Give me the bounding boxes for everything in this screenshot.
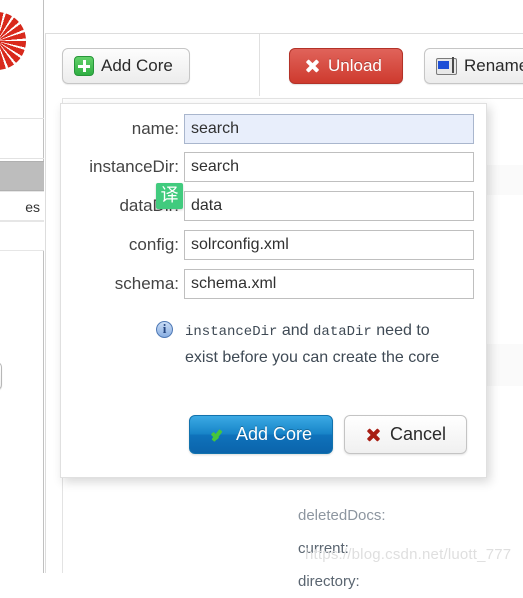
sidebar-nav: es: [0, 161, 44, 251]
config-field-label: config:: [128, 235, 179, 254]
dialog-cancel-button[interactable]: Cancel: [344, 415, 468, 454]
unload-button-label: Unload: [328, 56, 382, 75]
core-toolbar: Add Core Unload Rename: [46, 34, 523, 96]
instancedir-field[interactable]: [184, 152, 474, 182]
note-text-mid: and: [277, 322, 314, 339]
watermark: https://blog.csdn.net/luott_777: [305, 546, 512, 563]
rename-icon: [436, 56, 457, 75]
sidebar-divider: [0, 118, 44, 119]
config-field[interactable]: [184, 230, 474, 260]
instancedir-field-label: instanceDir:: [89, 157, 179, 176]
solr-admin-page: es Add Core Unload Rename deletedDocs: c…: [0, 0, 523, 590]
field-row-datadir: dataDir:: [61, 191, 488, 221]
background-stripe: [483, 344, 523, 386]
check-icon: [210, 426, 228, 444]
dialog-cancel-label: Cancel: [390, 424, 447, 444]
background-stripe: [483, 165, 523, 195]
sidebar-item-label: es: [25, 199, 40, 215]
plus-icon: [74, 56, 94, 76]
toolbar-divider: [259, 34, 260, 96]
field-row-schema: schema:: [61, 269, 488, 299]
x-icon: [304, 58, 321, 75]
schema-field[interactable]: [184, 269, 474, 299]
sidebar-item-2[interactable]: [0, 221, 44, 251]
stat-label-directory: directory:: [298, 573, 360, 590]
dialog-add-core-button[interactable]: Add Core: [189, 415, 334, 454]
sidebar-item-0[interactable]: [0, 161, 44, 191]
field-row-instancedir: instanceDir:: [61, 152, 488, 182]
add-core-button[interactable]: Add Core: [62, 48, 190, 84]
schema-field-label: schema:: [114, 274, 179, 293]
translate-extension-icon[interactable]: 译: [156, 183, 183, 209]
sidebar: es: [0, 0, 44, 573]
field-row-name: name:: [61, 114, 488, 144]
rename-button-label: Rename: [464, 56, 523, 75]
dialog-add-core-label: Add Core: [236, 424, 313, 444]
sidebar-divider: [0, 158, 44, 159]
info-icon: [156, 321, 173, 338]
name-field-label: name:: [131, 119, 179, 138]
dialog-info-note-text: instanceDir and dataDir need to exist be…: [185, 318, 466, 371]
name-field[interactable]: [184, 114, 474, 144]
rename-button[interactable]: Rename: [424, 48, 523, 84]
dialog-info-note: instanceDir and dataDir need to exist be…: [156, 318, 466, 371]
core-selector-dropdown[interactable]: [0, 362, 2, 390]
note-code-datadir: dataDir: [313, 324, 372, 340]
solr-logo-icon: [0, 12, 26, 70]
field-row-config: config:: [61, 230, 488, 260]
note-code-instancedir: instanceDir: [185, 324, 278, 340]
unload-button[interactable]: Unload: [289, 48, 403, 84]
sidebar-item-1[interactable]: es: [0, 191, 44, 221]
stat-label-deleteddocs: deletedDocs:: [298, 507, 386, 524]
add-core-dialog: name: instanceDir: dataDir: config: sche…: [60, 103, 487, 478]
datadir-field[interactable]: [184, 191, 474, 221]
x-icon: [365, 426, 382, 443]
add-core-button-label: Add Core: [101, 56, 173, 75]
